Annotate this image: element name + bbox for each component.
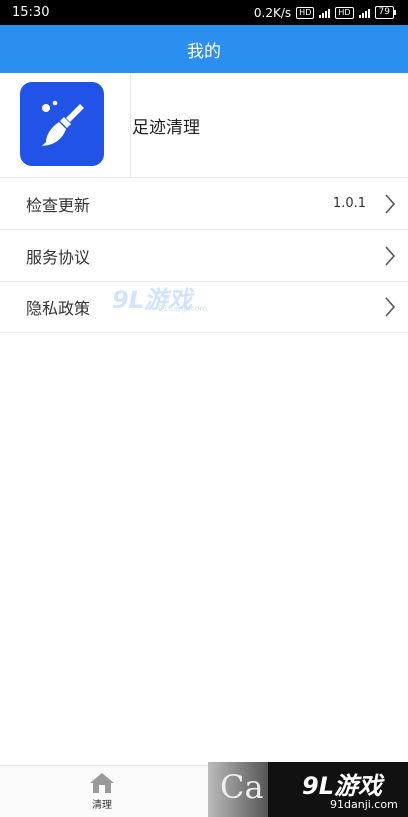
- menu-item-label: 检查更新: [26, 195, 91, 215]
- net-speed: 0.2K/s: [253, 5, 292, 20]
- version-value: 1.0.1: [332, 196, 366, 211]
- hd-badge-1: HD: [296, 6, 315, 19]
- tab-label: 清理: [92, 800, 112, 811]
- signal-icon-1: [319, 7, 331, 18]
- watermark-corner: Ca 9L游戏 91danji.com: [208, 762, 408, 817]
- app-name: 足迹清理: [132, 118, 200, 138]
- broom-sparkle-icon: [20, 82, 104, 166]
- menu-item-service-agreement[interactable]: 服务协议: [0, 229, 408, 281]
- chevron-right-icon: [385, 297, 396, 317]
- status-time: 15:30: [12, 5, 50, 20]
- menu-item-check-update[interactable]: 检查更新 1.0.1: [0, 177, 408, 229]
- chevron-right-icon: [385, 193, 396, 214]
- home-icon: [90, 773, 114, 793]
- card-divider: [130, 73, 131, 177]
- watermark-url: 91danji.com: [330, 798, 398, 811]
- page-header: 我的: [0, 25, 408, 73]
- watermark-center: 9L游戏 91danji.com: [112, 280, 212, 318]
- watermark-url: 91danji.com: [158, 304, 208, 313]
- app-info-card: 足迹清理: [0, 73, 408, 177]
- watermark-logo: 9L游戏: [302, 772, 382, 800]
- battery-icon: 79: [374, 6, 396, 19]
- battery-level: 79: [374, 6, 394, 19]
- tab-clean[interactable]: 清理: [70, 772, 134, 814]
- page-title: 我的: [187, 41, 221, 62]
- status-bar: 15:30 0.2K/s HD HD 79: [0, 0, 408, 25]
- status-right: 0.2K/s HD HD 79: [254, 6, 396, 20]
- signal-icon-2: [358, 7, 370, 18]
- watermark-letter: Ca: [220, 768, 264, 806]
- menu-item-label: 服务协议: [26, 247, 91, 267]
- chevron-right-icon: [385, 245, 396, 266]
- hd-badge-2: HD: [335, 6, 354, 19]
